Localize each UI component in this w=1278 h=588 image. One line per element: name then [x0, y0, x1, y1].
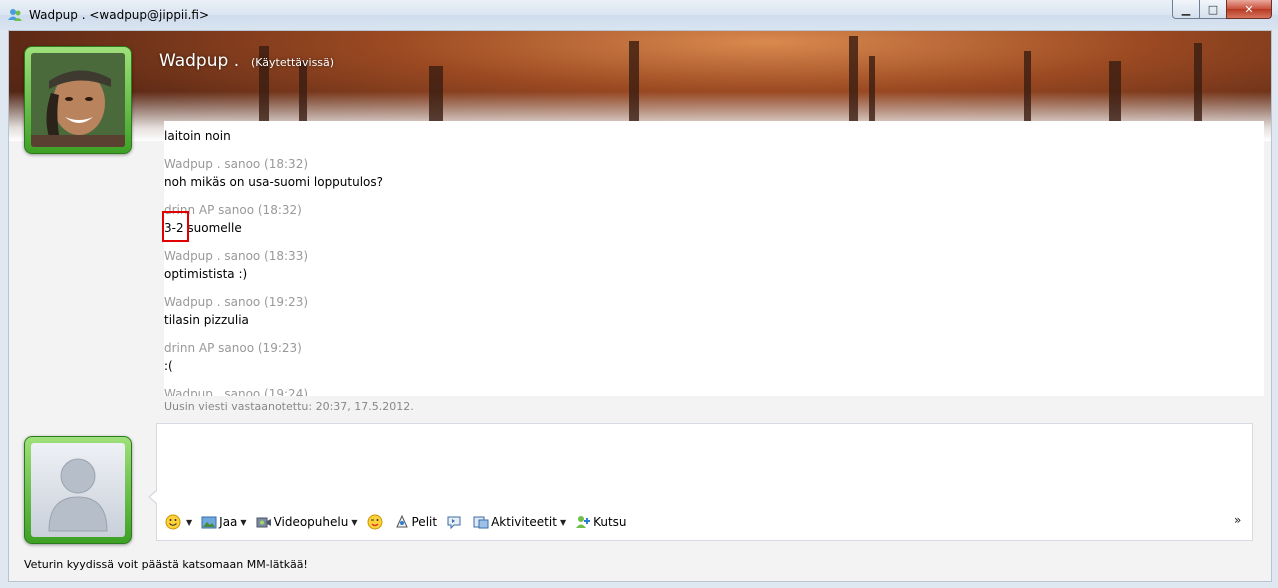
picture-icon [201, 516, 217, 529]
close-button[interactable]: ✕ [1226, 0, 1272, 19]
add-contact-icon [576, 516, 591, 528]
invite-button[interactable]: Kutsu [575, 514, 627, 530]
share-label: Jaa [219, 515, 238, 529]
user-avatar[interactable] [24, 436, 132, 544]
share-button[interactable]: Jaa ▼ [201, 514, 247, 530]
chevron-down-icon: ▼ [351, 517, 358, 527]
video-call-button[interactable]: Videopuhelu ▼ [256, 514, 358, 530]
message: Wadpup . sanoo (18:32) noh mikäs on usa-… [164, 157, 383, 189]
message: drinn AP sanoo (19:23) :( [164, 341, 302, 373]
message-sender: Wadpup . sanoo (19:24) [164, 387, 309, 396]
message-sender: Wadpup . sanoo (18:32) [164, 157, 309, 171]
messenger-icon [8, 9, 22, 21]
activities-button[interactable]: Aktiviteetit ▼ [473, 514, 566, 530]
contact-status: (Käytettävissä) [251, 56, 335, 69]
wink-icon [367, 514, 382, 530]
contact-avatar[interactable] [24, 46, 132, 154]
message-text: optimistista :) [164, 267, 248, 281]
chevron-down-icon: ▼ [240, 517, 247, 527]
minimize-button[interactable]: ▁ [1172, 0, 1200, 19]
message-sender: Wadpup . sanoo (18:33) [164, 249, 309, 263]
games-button[interactable]: Pelit [394, 514, 438, 530]
chevron-down-icon: ▼ [186, 517, 193, 527]
message-text: :( [164, 359, 173, 373]
conversation-window: Wadpup . (Käytettävissä) laitoin noin Wa… [8, 30, 1272, 582]
video-call-label: Videopuhelu [273, 515, 349, 529]
message: Wadpup . sanoo (19:23) tilasin pizzulia [164, 295, 308, 327]
wink-button[interactable] [367, 514, 385, 530]
window-title: Wadpup . <wadpup@jippii.fi> [29, 8, 210, 22]
highlight-annotation [162, 211, 189, 242]
message: Wadpup . sanoo (19:24) [164, 387, 308, 396]
message-sender: drinn AP sanoo (19:23) [164, 341, 302, 355]
window-frame: Wadpup . (Käytettävissä) laitoin noin Wa… [0, 30, 1278, 588]
invite-label: Kutsu [593, 515, 627, 529]
message-sender: Wadpup . sanoo (19:23) [164, 295, 309, 309]
maximize-button[interactable]: □ [1199, 0, 1227, 19]
emoticon-button[interactable]: ▼ [165, 514, 192, 530]
webcam-icon [256, 517, 271, 528]
message-text: noh mikäs on usa-suomi lopputulos? [164, 175, 384, 189]
activities-label: Aktiviteetit [491, 515, 557, 529]
conversation-history[interactable]: laitoin noin Wadpup . sanoo (18:32) noh … [164, 121, 1264, 396]
games-icon [395, 514, 408, 528]
message: Wadpup . sanoo (18:33) optimistista :) [164, 249, 308, 281]
message-text: tilasin pizzulia [164, 313, 249, 327]
nudge-button[interactable] [446, 514, 464, 530]
input-toolbar: ▼ Jaa ▼ Videopuhelu ▼ Pelit Aktiviteetit… [165, 511, 636, 533]
message: laitoin noin [164, 129, 231, 143]
chevron-down-icon: ▼ [559, 517, 567, 527]
footer-ad-text[interactable]: Veturin kyydissä voit päästä katsomaan M… [24, 558, 308, 571]
window-titlebar[interactable]: Wadpup . <wadpup@jippii.fi> ▁ □ ✕ [0, 0, 1278, 31]
contact-photo [31, 53, 125, 147]
message-text: laitoin noin [164, 129, 231, 143]
default-user-icon [48, 458, 108, 532]
more-options-button[interactable]: » [1234, 513, 1241, 527]
contact-name: Wadpup . [159, 51, 240, 71]
nudge-icon [447, 516, 461, 530]
activities-icon [473, 516, 489, 529]
last-message-info: Uusin viesti vastaanotettu: 20:37, 17.5.… [164, 400, 414, 413]
input-pointer-inner [150, 491, 157, 503]
games-label: Pelit [411, 515, 438, 529]
smiley-icon [165, 514, 181, 530]
